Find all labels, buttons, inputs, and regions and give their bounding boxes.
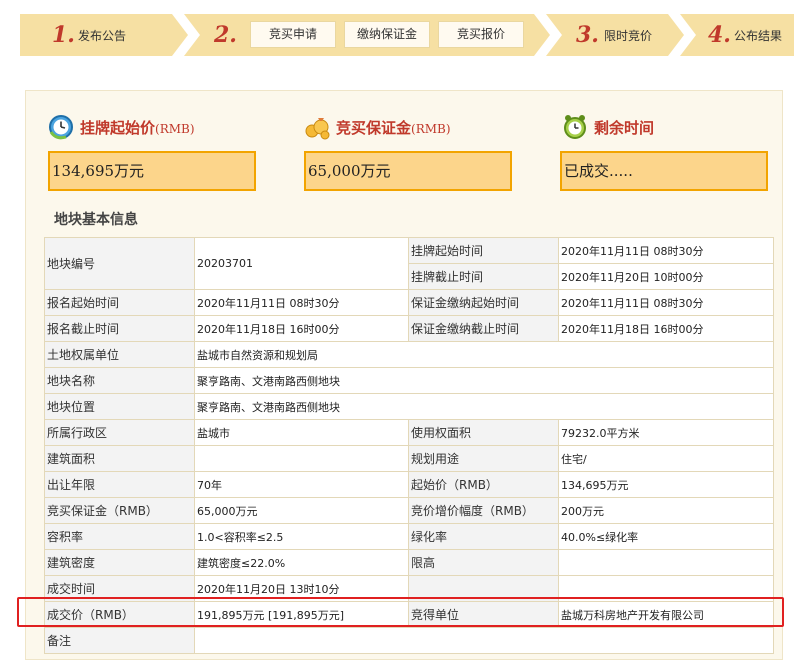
years-label: 出让年限: [44, 471, 195, 498]
deal-time-value: 2020年11月20日 13时10分: [194, 575, 409, 602]
money-bag-icon: [304, 114, 330, 140]
empty-label: [408, 575, 559, 602]
owner-label: 土地权属单位: [44, 341, 195, 368]
table-row: 备注: [44, 627, 774, 654]
step-result: 4. 公布结果: [680, 14, 794, 56]
remark-label: 备注: [44, 627, 195, 654]
start-price-cell: 134,695万元: [558, 471, 774, 498]
step-label: 限时竞价: [604, 29, 653, 43]
height-value: [558, 549, 774, 576]
build-area-value: [194, 445, 409, 472]
green-label: 绿化率: [408, 523, 559, 550]
deal-time-label: 成交时间: [44, 575, 195, 602]
use-area-label: 使用权面积: [408, 419, 559, 446]
step-bid: 2. 竞买申请 缴纳保证金 竞买报价: [184, 14, 550, 56]
dep-start-value: 2020年11月11日 08时30分: [558, 289, 774, 316]
density-value: 建筑密度≤22.0%: [194, 549, 409, 576]
list-start-label: 挂牌起始时间: [408, 237, 559, 264]
far-value: 1.0<容积率≤2.5: [194, 523, 409, 550]
reg-start-value: 2020年11月11日 08时30分: [194, 289, 409, 316]
step-bid-quote-button[interactable]: 竞买报价: [438, 21, 524, 48]
district-label: 所属行政区: [44, 419, 195, 446]
table-row: 建筑密度 建筑密度≤22.0% 限高: [44, 549, 774, 576]
table-row: 地块名称 聚亨路南、文港南路西侧地块: [44, 367, 774, 394]
deposit-header: 竞买保证金(RMB): [304, 111, 451, 143]
remaining-time-header: 剩余时间: [562, 111, 654, 143]
build-area-label: 建筑面积: [44, 445, 195, 472]
dep-start-label: 保证金缴纳起始时间: [408, 289, 559, 316]
start-price-header: 挂牌起始价(RMB): [48, 111, 195, 143]
table-row: 土地权属单位 盐城市自然资源和规划局: [44, 341, 774, 368]
step-bid-apply-button[interactable]: 竞买申请: [250, 21, 336, 48]
increment-value: 200万元: [558, 497, 774, 524]
dep-end-value: 2020年11月18日 16时00分: [558, 315, 774, 342]
density-label: 建筑密度: [44, 549, 195, 576]
name-label: 地块名称: [44, 367, 195, 394]
start-price-title: 挂牌起始价(RMB): [80, 118, 195, 137]
increment-label: 竞价增价幅度（RMB）: [408, 497, 559, 524]
empty-value: [558, 575, 774, 602]
deposit-label: 竞买保证金（RMB）: [44, 497, 195, 524]
owner-value: 盐城市自然资源和规划局: [194, 341, 774, 368]
step-bid-deposit-button[interactable]: 缴纳保证金: [344, 21, 430, 48]
list-start-value: 2020年11月11日 08时30分: [558, 237, 774, 264]
start-price-value: 134,695万元: [48, 151, 256, 191]
reg-end-label: 报名截止时间: [44, 315, 195, 342]
table-row: 地块位置 聚亨路南、文港南路西侧地块: [44, 393, 774, 420]
clock-icon: [48, 114, 74, 140]
step-number: 1.: [52, 22, 75, 48]
step-label: 发布公告: [78, 29, 127, 43]
table-row: 容积率 1.0<容积率≤2.5 绿化率 40.0%≤绿化率: [44, 523, 774, 550]
table-row: 报名起始时间 2020年11月11日 08时30分 保证金缴纳起始时间 2020…: [44, 289, 774, 316]
table-row: 报名截止时间 2020年11月18日 16时00分 保证金缴纳截止时间 2020…: [44, 315, 774, 342]
dep-end-label: 保证金缴纳截止时间: [408, 315, 559, 342]
height-label: 限高: [408, 549, 559, 576]
reg-start-label: 报名起始时间: [44, 289, 195, 316]
location-label: 地块位置: [44, 393, 195, 420]
step-number: 3.: [576, 22, 599, 48]
parcel-no-value: 20203701: [194, 237, 409, 290]
table-row: 出让年限 70年 起始价（RMB） 134,695万元: [44, 471, 774, 498]
name-value: 聚亨路南、文港南路西侧地块: [194, 367, 774, 394]
step-label: 公布结果: [734, 29, 783, 43]
far-label: 容积率: [44, 523, 195, 550]
step-number: 4.: [708, 22, 731, 48]
land-info-table: 地块编号 20203701 挂牌起始时间 2020年11月11日 08时30分 …: [44, 237, 774, 654]
parcel-no-label: 地块编号: [44, 237, 195, 290]
list-end-label: 挂牌截止时间: [408, 263, 559, 290]
section-title: 地块基本信息: [54, 212, 138, 228]
step-timed-bidding: 3. 限时竞价: [546, 14, 684, 56]
use-area-value: 79232.0平方米: [558, 419, 774, 446]
reg-end-value: 2020年11月18日 16时00分: [194, 315, 409, 342]
green-value: 40.0%≤绿化率: [558, 523, 774, 550]
table-row: 建筑面积 规划用途 住宅/: [44, 445, 774, 472]
table-row: 成交价（RMB） 191,895万元 [191,895万元] 竞得单位 盐城万科…: [44, 601, 774, 628]
list-end-value: 2020年11月20日 10时00分: [558, 263, 774, 290]
plan-use-value: 住宅/: [558, 445, 774, 472]
plan-use-label: 规划用途: [408, 445, 559, 472]
process-steps: 1. 发布公告 2. 竞买申请 缴纳保证金 竞买报价 3. 限时竞价 4. 公布…: [20, 14, 794, 56]
deposit-value: 65,000万元: [304, 151, 512, 191]
district-value: 盐城市: [194, 419, 409, 446]
years-value: 70年: [194, 471, 409, 498]
table-row: 成交时间 2020年11月20日 13时10分: [44, 575, 774, 602]
table-row: 所属行政区 盐城市 使用权面积 79232.0平方米: [44, 419, 774, 446]
deposit-title: 竞买保证金(RMB): [336, 118, 451, 137]
remark-value: [194, 627, 774, 654]
start-price-label: 起始价（RMB）: [408, 471, 559, 498]
table-row: 竞买保证金（RMB） 65,000万元 竞价增价幅度（RMB） 200万元: [44, 497, 774, 524]
alarm-clock-icon: [562, 114, 588, 140]
deal-price-value: 191,895万元 [191,895万元]: [194, 601, 409, 628]
location-value: 聚亨路南、文港南路西侧地块: [194, 393, 774, 420]
deposit-cell: 65,000万元: [194, 497, 409, 524]
winner-value: 盐城万科房地产开发有限公司: [558, 601, 774, 628]
remaining-time-title: 剩余时间: [594, 118, 655, 137]
table-row: 地块编号 20203701 挂牌起始时间 2020年11月11日 08时30分: [44, 237, 774, 290]
winner-label: 竞得单位: [408, 601, 559, 628]
auction-panel: 挂牌起始价(RMB) 134,695万元 竞买保证金(RMB) 65,000万元: [25, 90, 783, 660]
deal-price-label: 成交价（RMB）: [44, 601, 195, 628]
step-number: 2.: [214, 22, 237, 48]
step-publish: 1. 发布公告: [20, 14, 188, 56]
remaining-time-value: 已成交.....: [560, 151, 768, 191]
